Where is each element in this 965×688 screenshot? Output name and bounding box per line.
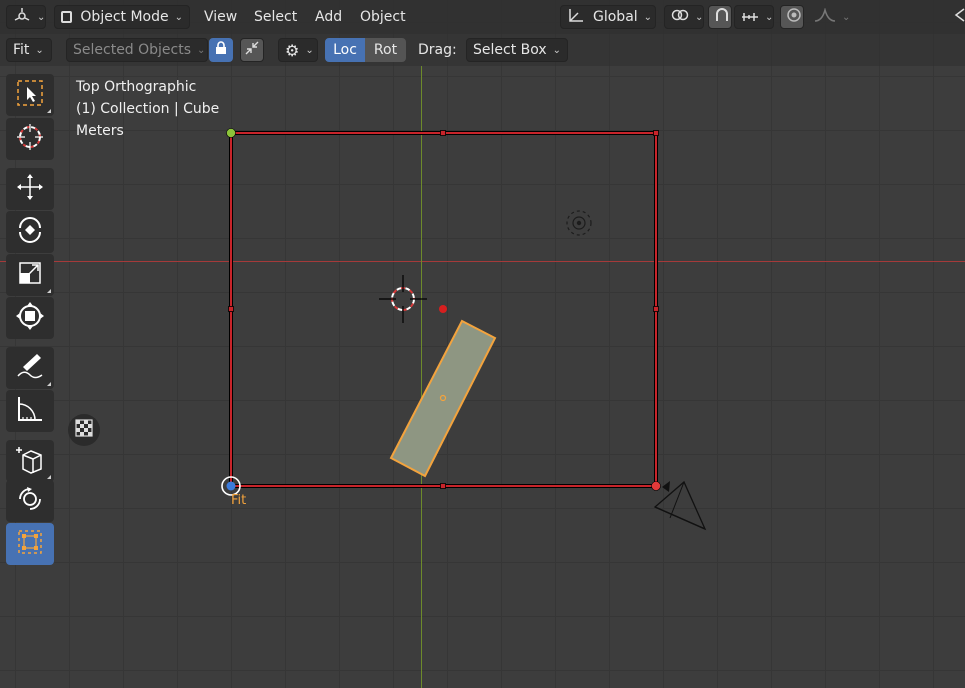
- light-icon[interactable]: [566, 210, 592, 236]
- pivot-point-icon: [439, 305, 447, 313]
- loc-toggle[interactable]: Loc: [325, 38, 365, 62]
- menu-view[interactable]: View: [198, 5, 243, 29]
- gizmo-icon: [954, 7, 965, 27]
- drag-mode-dropdown[interactable]: Select Box ⌄: [466, 38, 568, 62]
- viewport-info-overlay: Top Orthographic (1) Collection | Cube M…: [76, 76, 219, 142]
- menu-select[interactable]: Select: [248, 5, 303, 29]
- tool-camera-rotate[interactable]: [6, 480, 54, 522]
- pivot-icon: [671, 7, 689, 27]
- falloff-dropdown[interactable]: ⌄: [808, 5, 850, 29]
- edge-handle-left[interactable]: [228, 306, 234, 312]
- selected-objects-label: Selected Objects: [73, 42, 192, 58]
- gizmo-toggle[interactable]: [948, 5, 965, 29]
- fit-label: Fit: [13, 42, 30, 58]
- tool-rotate[interactable]: [6, 211, 54, 253]
- select-box-icon: [16, 79, 44, 111]
- add-cube-icon: [15, 444, 45, 478]
- tool-settings-header: Fit ⌄ Selected Objects ⌄ ⚙ ⌄ Loc Rot Dra…: [0, 34, 965, 66]
- rotate-icon: [15, 215, 45, 249]
- menu-add[interactable]: Add: [309, 5, 348, 29]
- units-info: Meters: [76, 123, 124, 139]
- annotate-icon: [15, 351, 45, 385]
- proportional-editing-toggle[interactable]: [780, 5, 804, 29]
- transform-icon: [15, 301, 45, 335]
- fit-gizmo-label: Fit: [231, 493, 247, 508]
- chevron-down-icon: ⌄: [552, 44, 562, 56]
- cursor-icon: [15, 122, 45, 156]
- drag-mode-value: Select Box: [473, 42, 547, 58]
- orientation-label: Global: [593, 9, 638, 25]
- editor-type-dropdown[interactable]: ⌄: [6, 5, 46, 29]
- tool-move[interactable]: [6, 168, 54, 210]
- object-mode-icon: [61, 11, 73, 23]
- pivot-point-dropdown[interactable]: ⌄: [664, 5, 704, 29]
- tool-cursor[interactable]: [6, 118, 54, 160]
- uv-select-icon: [15, 527, 45, 561]
- 3d-cursor-icon: [379, 275, 427, 323]
- drag-label: Drag:: [418, 42, 457, 58]
- snap-target-dropdown[interactable]: ⌄: [734, 5, 774, 29]
- chevron-down-icon: ⌄: [765, 11, 774, 23]
- editor-type-icon: [13, 7, 31, 27]
- edge-handle-right[interactable]: [653, 306, 659, 312]
- view-name: Top Orthographic: [76, 79, 197, 95]
- chevron-down-icon: ⌄: [643, 11, 653, 23]
- corner-handle-top-right[interactable]: [653, 130, 659, 136]
- orientation-icon: [567, 7, 585, 27]
- chevron-down-icon: ⌄: [197, 44, 206, 56]
- mode-dropdown[interactable]: Object Mode ⌄: [54, 5, 190, 29]
- tool-transform[interactable]: [6, 297, 54, 339]
- transform-orientation-dropdown[interactable]: Global ⌄: [560, 5, 656, 29]
- scale-icon: [15, 258, 45, 292]
- selected-objects-dropdown[interactable]: Selected Objects ⌄: [66, 38, 208, 62]
- tool-annotate[interactable]: [6, 347, 54, 389]
- chevron-down-icon: ⌄: [842, 11, 851, 23]
- proportional-editing-icon: [787, 8, 801, 26]
- chevron-down-icon: ⌄: [305, 44, 314, 56]
- camera-object-icon[interactable]: [653, 480, 707, 531]
- fit-dropdown[interactable]: Fit ⌄: [6, 38, 52, 62]
- edge-handle-bottom[interactable]: [440, 483, 446, 489]
- tool-select-box[interactable]: [6, 74, 54, 116]
- tool-scale[interactable]: [6, 254, 54, 296]
- snap-toggle[interactable]: [708, 5, 732, 29]
- edge-handle-top[interactable]: [440, 130, 446, 136]
- rot-toggle[interactable]: Rot: [365, 38, 406, 62]
- viewport-header: ⌄ Object Mode ⌄ View Select Add Object G…: [0, 0, 965, 34]
- gear-icon: ⚙: [285, 40, 300, 60]
- collection-info: (1) Collection | Cube: [76, 101, 220, 117]
- corner-handle-bottom-right[interactable]: [651, 481, 661, 491]
- lock-toggle[interactable]: [209, 38, 233, 62]
- lock-icon: [215, 41, 227, 59]
- menu-object[interactable]: Object: [354, 5, 412, 29]
- options-dropdown[interactable]: ⚙ ⌄: [278, 38, 318, 62]
- mode-label: Object Mode: [80, 9, 169, 25]
- chevron-down-icon: ⌄: [37, 11, 46, 23]
- camera-rotate-icon: [15, 484, 45, 518]
- measure-icon: [15, 394, 45, 428]
- chevron-down-icon: ⌄: [695, 11, 704, 23]
- falloff-curve-icon: [814, 7, 836, 26]
- shrink-arrows-icon: [245, 41, 259, 59]
- chevron-down-icon: ⌄: [35, 44, 44, 56]
- move-icon: [15, 172, 45, 206]
- tool-uv-select[interactable]: [6, 523, 54, 565]
- checker-grid-icon: [75, 419, 93, 441]
- magnet-icon: [715, 7, 729, 27]
- snap-increment-icon: [741, 7, 759, 27]
- fit-gizmo-dot[interactable]: [226, 481, 236, 491]
- fit-to-bounds-toggle[interactable]: [240, 38, 264, 62]
- corner-handle-top-left[interactable]: [226, 128, 236, 138]
- tool-measure[interactable]: [6, 390, 54, 432]
- cube-object[interactable]: [389, 319, 497, 478]
- chevron-down-icon: ⌄: [174, 11, 183, 23]
- tool-add-cube[interactable]: [6, 440, 54, 482]
- toggle-view-button[interactable]: [68, 414, 100, 446]
